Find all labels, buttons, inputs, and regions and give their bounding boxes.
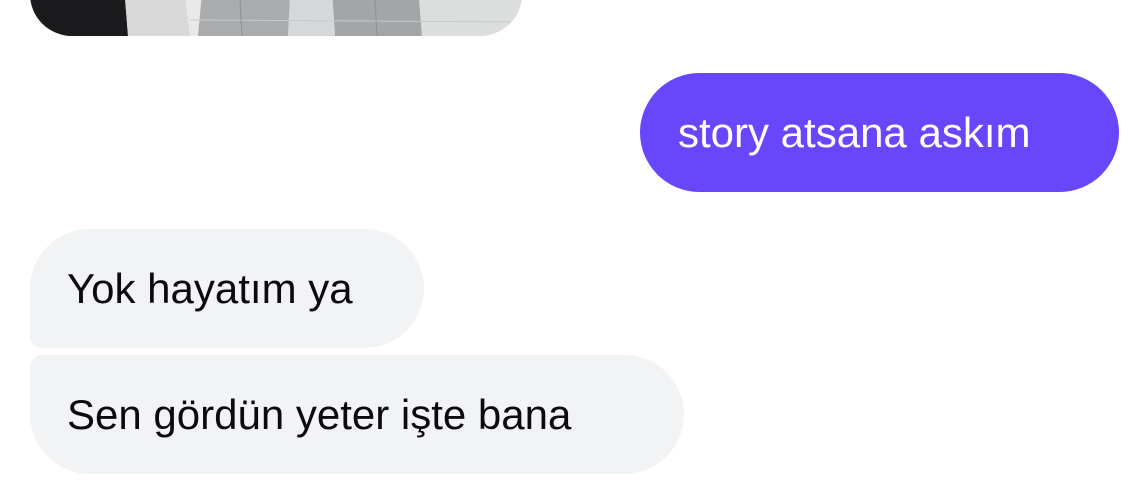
message-text: story atsana askım — [678, 108, 1031, 156]
photo-icon — [30, 0, 522, 36]
incoming-message[interactable]: Yok hayatım ya — [30, 229, 424, 348]
message-text: Sen gördün yeter işte bana — [67, 390, 572, 438]
outgoing-message[interactable]: story atsana askım — [640, 73, 1119, 192]
incoming-message[interactable]: Sen gördün yeter işte bana — [30, 355, 684, 474]
chat-thread: story atsana askım Yok hayatım ya Sen gö… — [0, 0, 1136, 498]
message-text: Yok hayatım ya — [67, 264, 353, 312]
image-message[interactable] — [30, 0, 522, 36]
